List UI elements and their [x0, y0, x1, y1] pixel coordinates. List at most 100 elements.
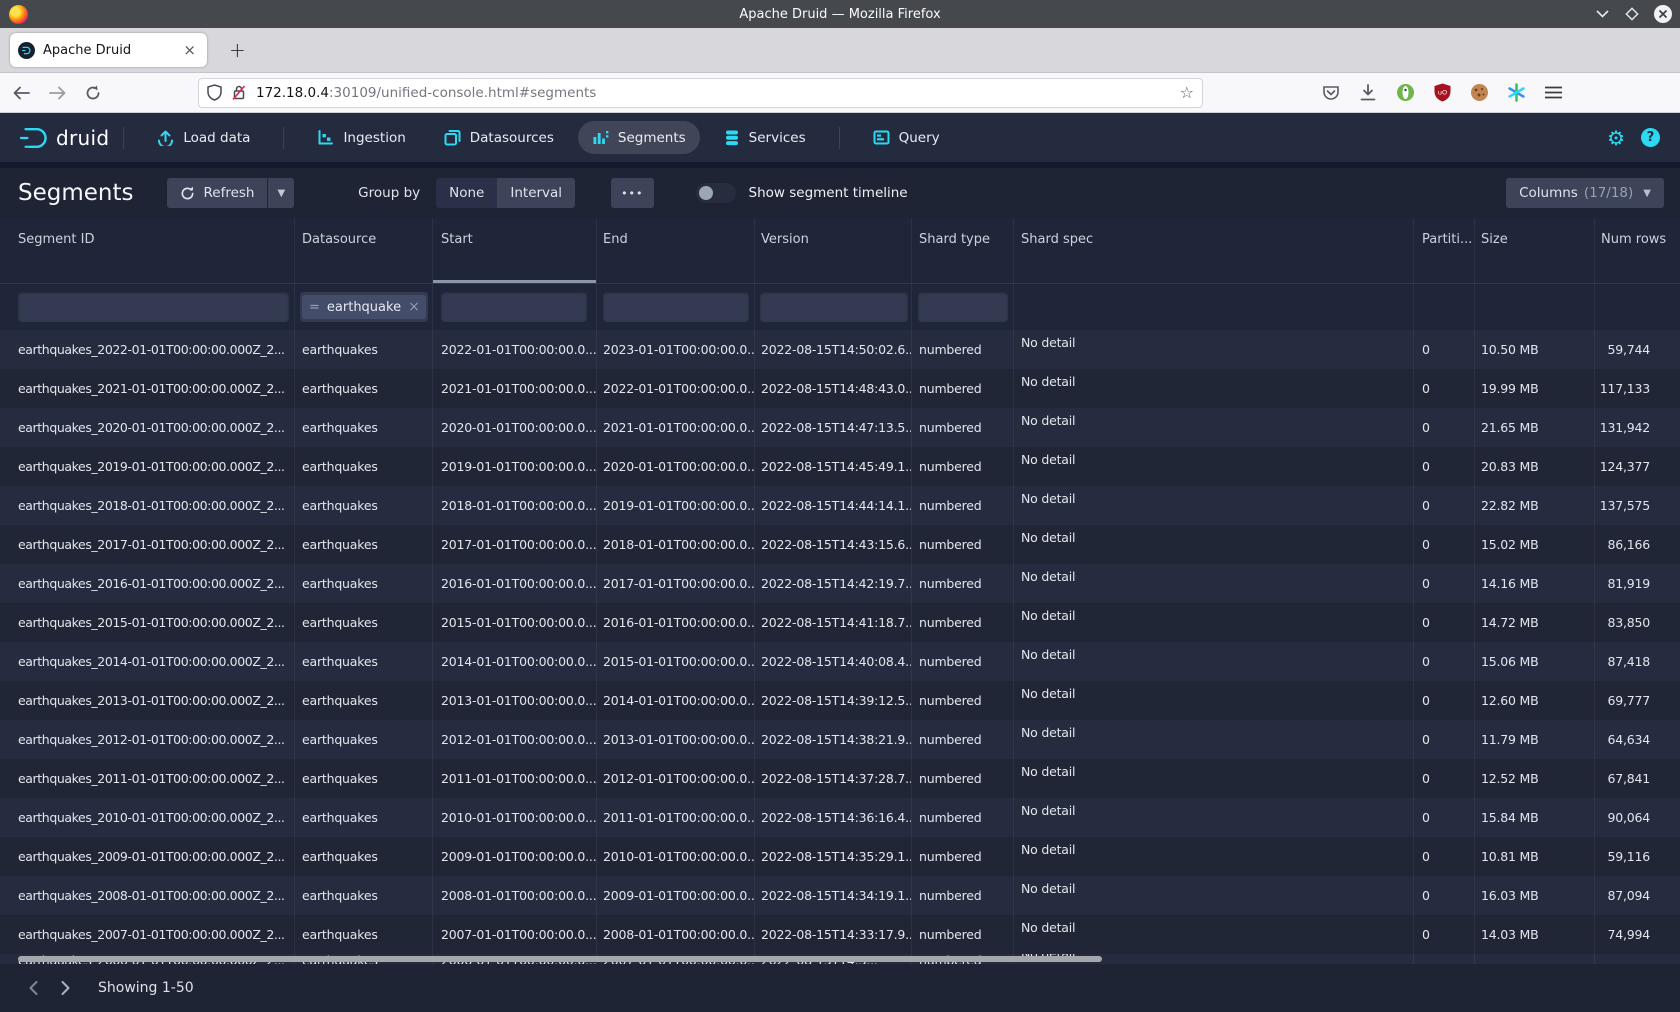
column-header-version[interactable]: Version — [755, 218, 912, 283]
table-row[interactable]: earthquakes_2016-01-01T00:00:00.000Z_2..… — [0, 564, 1680, 603]
table-row[interactable]: earthquakes_2010-01-01T00:00:00.000Z_2..… — [0, 798, 1680, 837]
insecure-lock-icon[interactable] — [231, 84, 247, 101]
showing-label: Showing 1-50 — [98, 980, 194, 996]
page-title: Segments — [18, 180, 133, 206]
cell-size: 14.03 MB — [1475, 915, 1595, 954]
column-header-num-rows[interactable]: Num rows — [1595, 218, 1680, 283]
end-filter-input[interactable] — [603, 292, 749, 322]
menu-hamburger-icon[interactable] — [1543, 83, 1563, 103]
datasource-filter-input[interactable]: = earthquake × — [300, 292, 428, 322]
forward-icon[interactable] — [42, 79, 72, 107]
url-bar[interactable]: 172.18.0.4:30109/unified-console.html#se… — [198, 78, 1203, 108]
nav-divider — [123, 127, 124, 149]
more-options-button[interactable]: ••• — [611, 178, 653, 208]
multi-account-icon[interactable] — [1506, 83, 1526, 103]
group-by-none-button[interactable]: None — [436, 178, 497, 208]
cell-segment-id: earthquakes_2013-01-01T00:00:00.000Z_2..… — [0, 681, 295, 720]
shield-icon[interactable] — [207, 84, 222, 101]
ublock-icon[interactable]: uO — [1432, 83, 1452, 103]
nav-item-segments[interactable]: Segments — [578, 121, 700, 154]
settings-gear-icon[interactable]: ⚙ — [1607, 128, 1625, 148]
cell-version: 2022-08-15T14:38:21.9... — [755, 720, 912, 759]
cell-shard-type: numbered — [912, 759, 1014, 798]
cell-partition: 0 — [1414, 837, 1475, 876]
maximize-icon[interactable] — [1624, 6, 1640, 22]
table-row[interactable]: earthquakes_2008-01-01T00:00:00.000Z_2..… — [0, 876, 1680, 915]
nav-item-query[interactable]: Query — [859, 121, 954, 154]
cell-start: 2021-01-01T00:00:00.0... — [433, 369, 597, 408]
table-row[interactable]: earthquakes_2020-01-01T00:00:00.000Z_2..… — [0, 408, 1680, 447]
horizontal-scrollbar[interactable] — [18, 956, 1102, 962]
table-row[interactable]: earthquakes_2011-01-01T00:00:00.000Z_2..… — [0, 759, 1680, 798]
cell-shard-spec: No detail — [1014, 915, 1414, 954]
cell-shard-type: numbered — [912, 369, 1014, 408]
start-filter-input[interactable] — [441, 292, 587, 322]
table-row[interactable]: earthquakes_2018-01-01T00:00:00.000Z_2..… — [0, 486, 1680, 525]
column-header-size[interactable]: Size — [1475, 218, 1595, 283]
nav-item-services[interactable]: Services — [710, 121, 820, 154]
cell-end: 2019-01-01T00:00:00.0... — [597, 486, 755, 525]
shard-type-filter-input[interactable] — [918, 292, 1008, 322]
nav-item-datasources[interactable]: Datasources — [430, 121, 568, 154]
table-row[interactable]: earthquakes_2009-01-01T00:00:00.000Z_2..… — [0, 837, 1680, 876]
new-tab-button[interactable]: + — [221, 36, 254, 64]
table-row[interactable]: earthquakes_2012-01-01T00:00:00.000Z_2..… — [0, 720, 1680, 759]
group-by-interval-button[interactable]: Interval — [497, 178, 575, 208]
cell-num-rows: 59,116 — [1595, 837, 1680, 876]
table-row[interactable]: earthquakes_2019-01-01T00:00:00.000Z_2..… — [0, 447, 1680, 486]
minimize-icon[interactable] — [1594, 6, 1610, 22]
tab-close-icon[interactable]: × — [180, 41, 199, 59]
browser-tab[interactable]: Apache Druid × — [10, 33, 207, 67]
cell-num-rows: 86,166 — [1595, 525, 1680, 564]
refresh-dropdown-button[interactable]: ▼ — [268, 178, 294, 208]
cell-version: 2022-08-15T14:35:29.1... — [755, 837, 912, 876]
column-header-shard-spec[interactable]: Shard spec — [1014, 218, 1414, 283]
nav-item-ingestion[interactable]: Ingestion — [303, 121, 419, 154]
version-filter-input[interactable] — [760, 292, 908, 322]
segment-id-filter-input[interactable] — [18, 292, 289, 322]
sort-indicator — [433, 280, 596, 283]
next-page-icon[interactable] — [56, 979, 74, 997]
cell-partition: 0 — [1414, 720, 1475, 759]
nav-item-load-data[interactable]: Load data — [143, 121, 264, 154]
privacy-badger-icon[interactable] — [1395, 83, 1415, 103]
cell-datasource: earthquakes — [295, 564, 433, 603]
table-row[interactable]: earthquakes_2017-01-01T00:00:00.000Z_2..… — [0, 525, 1680, 564]
cell-start: 2008-01-01T00:00:00.0... — [433, 876, 597, 915]
columns-button[interactable]: Columns (17/18) ▼ — [1506, 178, 1664, 208]
url-text[interactable]: 172.18.0.4:30109/unified-console.html#se… — [256, 85, 1172, 101]
table-row[interactable]: earthquakes_2022-01-01T00:00:00.000Z_2..… — [0, 330, 1680, 369]
table-row[interactable]: earthquakes_2007-01-01T00:00:00.000Z_2..… — [0, 915, 1680, 954]
cell-segment-id: earthquakes_2012-01-01T00:00:00.000Z_2..… — [0, 720, 295, 759]
cell-version: 2022-08-15T14:37:28.7... — [755, 759, 912, 798]
table-row[interactable]: earthquakes_2021-01-01T00:00:00.000Z_2..… — [0, 369, 1680, 408]
downloads-icon[interactable] — [1358, 83, 1378, 103]
cell-num-rows: 137,575 — [1595, 486, 1680, 525]
table-row[interactable]: earthquakes_2013-01-01T00:00:00.000Z_2..… — [0, 681, 1680, 720]
column-header-start[interactable]: Start — [433, 218, 597, 283]
close-icon[interactable] — [1654, 5, 1672, 23]
table-row[interactable]: earthquakes_2015-01-01T00:00:00.000Z_2..… — [0, 603, 1680, 642]
bookmark-star-icon[interactable]: ☆ — [1180, 83, 1194, 102]
segment-timeline-toggle[interactable] — [696, 183, 736, 203]
column-header-end[interactable]: End — [597, 218, 755, 283]
column-header-shard-type[interactable]: Shard type — [912, 218, 1014, 283]
window-titlebar[interactable]: Apache Druid — Mozilla Firefox — [0, 0, 1680, 28]
previous-page-icon[interactable] — [24, 979, 42, 997]
cell-version: 2022-08-15T14:44:14.1... — [755, 486, 912, 525]
cookie-icon[interactable] — [1469, 83, 1489, 103]
reload-icon[interactable] — [78, 79, 108, 107]
back-icon[interactable] — [6, 79, 36, 107]
column-header-partition[interactable]: Partiti... — [1414, 218, 1475, 283]
datasource-filter-chip[interactable]: = earthquake × — [302, 295, 426, 319]
refresh-button[interactable]: Refresh — [167, 178, 267, 208]
help-icon[interactable]: ? — [1641, 128, 1660, 147]
tab-title: Apache Druid — [43, 43, 180, 58]
table-row[interactable]: earthquakes_2014-01-01T00:00:00.000Z_2..… — [0, 642, 1680, 681]
remove-filter-icon[interactable]: × — [408, 299, 420, 315]
column-header-segment-id[interactable]: Segment ID — [0, 218, 295, 283]
column-header-datasource[interactable]: Datasource — [295, 218, 433, 283]
ingestion-icon — [317, 129, 334, 146]
druid-brand[interactable]: druid — [18, 125, 109, 151]
pocket-icon[interactable] — [1321, 83, 1341, 103]
